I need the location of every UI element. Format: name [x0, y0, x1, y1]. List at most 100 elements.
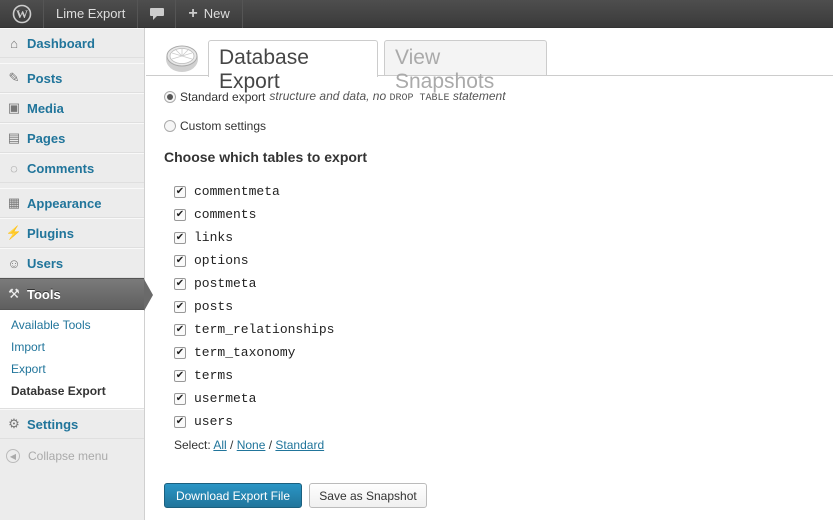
collapse-menu-button[interactable]: ◀ Collapse menu [0, 439, 144, 463]
table-checkbox[interactable]: ✔ [174, 208, 186, 221]
submenu-export[interactable]: Export [0, 358, 144, 380]
sidebar-item-tools[interactable]: ⚒ Tools [0, 278, 153, 311]
plus-icon: + [188, 4, 198, 22]
table-row[interactable]: ✔ term_taxonomy [174, 341, 334, 364]
media-icon: ▣ [7, 100, 21, 115]
sidebar-item-label: Comments [27, 160, 95, 176]
table-checkbox[interactable]: ✔ [174, 231, 186, 244]
table-name: posts [194, 299, 234, 314]
table-row[interactable]: ✔ term_relationships [174, 318, 334, 341]
comment-icon: ◌ [10, 160, 18, 176]
table-checkbox[interactable]: ✔ [174, 346, 186, 359]
lime-logo-icon [166, 45, 198, 72]
tables-section-title: Choose which tables to export [164, 149, 368, 165]
table-name: postmeta [194, 276, 257, 291]
table-name: links [194, 230, 234, 245]
tab-database-export[interactable]: Database Export [208, 40, 378, 93]
table-checkbox[interactable]: ✔ [174, 254, 186, 267]
sidebar-item-label: Users [27, 255, 64, 271]
save-snapshot-button[interactable]: Save as Snapshot [309, 483, 427, 508]
sidebar-item-posts[interactable]: ✎ Posts [0, 63, 144, 93]
appearance-icon: ▦ [7, 195, 21, 210]
sidebar-item-label: Media [27, 100, 64, 116]
tools-icon: ⚒ [8, 286, 20, 301]
sidebar-item-users[interactable]: ☺ Users [0, 248, 144, 278]
table-checkbox-list: ✔ commentmeta ✔ comments ✔ links ✔ options ✔… [174, 180, 334, 433]
custom-settings-label: Custom settings [180, 119, 267, 133]
select-shortcuts: Select: All / None / Standard [174, 438, 325, 452]
submenu-database-export[interactable]: Database Export [0, 380, 144, 402]
submenu-available-tools[interactable]: Available Tools [0, 314, 144, 336]
wordpress-logo-icon[interactable]: W [0, 0, 44, 28]
comment-bubble-icon [149, 7, 164, 20]
sidebar-item-comments[interactable]: ◌ Comments [0, 153, 144, 183]
admin-sidebar: ⌂ Dashboard ✎ Posts ▣ Media ▤ Pages ◌ Co… [0, 28, 153, 520]
table-checkbox[interactable]: ✔ [174, 185, 186, 198]
new-content-link[interactable]: + New [176, 0, 243, 28]
table-name: usermeta [194, 391, 257, 406]
table-row[interactable]: ✔ links [174, 226, 334, 249]
submenu-import[interactable]: Import [0, 336, 144, 358]
admin-bar: W Lime Export + New [0, 0, 833, 28]
tab-view-snapshots[interactable]: View Snapshots [384, 40, 547, 93]
table-name: terms [194, 368, 234, 383]
standard-export-radio[interactable] [164, 90, 176, 103]
sidebar-item-label: Dashboard [27, 35, 95, 51]
table-name: term_taxonomy [194, 345, 296, 360]
select-none-link[interactable]: None [237, 438, 266, 452]
sidebar-item-appearance[interactable]: ▦ Appearance [0, 188, 144, 218]
sidebar-item-dashboard[interactable]: ⌂ Dashboard [0, 28, 144, 58]
collapse-menu-label: Collapse menu [28, 449, 109, 463]
select-standard-link[interactable]: Standard [275, 438, 324, 452]
table-checkbox[interactable]: ✔ [174, 392, 186, 405]
standard-export-label: Standard export [180, 89, 266, 104]
settings-icon: ⚙ [8, 416, 20, 431]
users-icon: ☺ [7, 255, 21, 271]
standard-export-description: structure and data, no DROP TABLE statem… [269, 89, 506, 104]
collapse-arrow-icon: ◀ [6, 449, 20, 463]
select-label: Select: [174, 438, 211, 452]
table-name: term_relationships [194, 322, 335, 337]
sidebar-item-label: Pages [27, 130, 66, 146]
pin-icon: ✎ [8, 70, 20, 85]
sidebar-item-label: Tools [27, 286, 61, 302]
main-content: Database Export View Snapshots Standard … [146, 28, 833, 520]
dashboard-icon: ⌂ [10, 35, 18, 51]
table-row[interactable]: ✔ usermeta [174, 387, 334, 410]
tab-bar: Database Export View Snapshots [146, 28, 833, 93]
table-row[interactable]: ✔ options [174, 249, 334, 272]
table-name: options [194, 253, 249, 268]
table-checkbox[interactable]: ✔ [174, 415, 186, 428]
table-row[interactable]: ✔ terms [174, 364, 334, 387]
table-checkbox[interactable]: ✔ [174, 369, 186, 382]
sidebar-item-label: Appearance [27, 195, 102, 211]
wordpress-icon: W [12, 4, 31, 23]
table-row[interactable]: ✔ posts [174, 295, 334, 318]
site-name-link[interactable]: Lime Export [44, 0, 139, 28]
table-checkbox[interactable]: ✔ [174, 277, 186, 290]
table-checkbox[interactable]: ✔ [174, 300, 186, 313]
new-label: New [203, 6, 230, 21]
table-checkbox[interactable]: ✔ [174, 323, 186, 336]
sidebar-item-label: Plugins [27, 225, 74, 241]
sidebar-item-media[interactable]: ▣ Media [0, 93, 144, 123]
custom-settings-radio[interactable] [164, 120, 176, 132]
custom-settings-option[interactable]: Custom settings [164, 119, 266, 133]
sidebar-item-label: Settings [27, 416, 79, 432]
pages-icon: ▤ [7, 130, 21, 145]
tools-submenu: Available Tools Import Export Database E… [0, 310, 144, 409]
sidebar-item-settings[interactable]: ⚙ Settings [0, 409, 144, 439]
sidebar-item-pages[interactable]: ▤ Pages [0, 123, 144, 153]
comments-link[interactable] [138, 0, 177, 28]
standard-export-option[interactable]: Standard export structure and data, no D… [164, 89, 506, 104]
table-row[interactable]: ✔ postmeta [174, 272, 334, 295]
table-name: commentmeta [194, 184, 280, 199]
table-row[interactable]: ✔ comments [174, 203, 334, 226]
table-row[interactable]: ✔ commentmeta [174, 180, 334, 203]
sidebar-item-plugins[interactable]: ⚡ Plugins [0, 218, 144, 248]
table-name: users [194, 414, 234, 429]
table-row[interactable]: ✔ users [174, 410, 334, 433]
download-export-button[interactable]: Download Export File [164, 483, 302, 508]
svg-text:W: W [16, 7, 28, 21]
select-all-link[interactable]: All [213, 438, 226, 452]
